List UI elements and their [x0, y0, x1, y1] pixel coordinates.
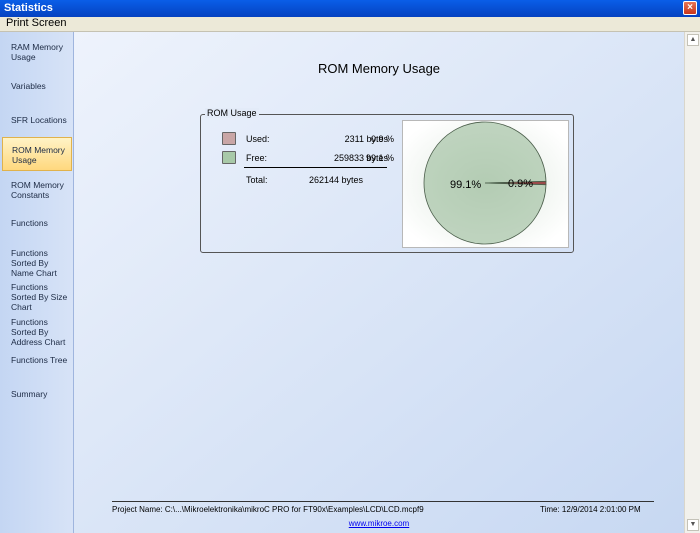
free-swatch: [222, 151, 236, 164]
footer-separator: [112, 501, 654, 502]
group-title: ROM Usage: [205, 108, 259, 118]
sidebar-item-rom-memory-usage[interactable]: ROM Memory Usage: [2, 137, 72, 171]
used-label: Used:: [246, 134, 270, 144]
sidebar-item-summary[interactable]: Summary: [0, 389, 73, 401]
total-bytes: 262144 bytes: [308, 175, 363, 185]
menu-bar: Print Screen: [0, 17, 700, 32]
window-titlebar: Statistics ×: [0, 0, 700, 17]
sidebar-item-variables[interactable]: Variables: [0, 81, 73, 93]
report-pane: ROM Memory Usage ROM Usage Used: 2311 by…: [74, 32, 684, 533]
report-time: Time: 12/9/2014 2:01:00 PM: [540, 505, 641, 514]
sidebar: RAM Memory Usage Variables SFR Locations…: [0, 32, 74, 533]
sidebar-item-functions-tree[interactable]: Functions Tree: [0, 355, 73, 367]
pie-label-used: 0.9%: [508, 178, 533, 190]
sidebar-item-rom-memory-constants[interactable]: ROM Memory Constants: [0, 180, 73, 202]
window-title: Statistics: [4, 2, 53, 14]
sidebar-item-ram-memory-usage[interactable]: RAM Memory Usage: [0, 42, 73, 64]
sidebar-item-sfr-locations[interactable]: SFR Locations: [0, 115, 73, 127]
mikroe-link[interactable]: www.mikroe.com: [74, 519, 684, 528]
used-percent: 0.9 %: [370, 134, 394, 144]
pie-chart-svg: 99.1% 0.9%: [403, 121, 568, 247]
sidebar-item-functions[interactable]: Functions: [0, 218, 73, 230]
vertical-scrollbar[interactable]: ▲ ▼: [684, 32, 700, 533]
total-separator: [244, 167, 387, 168]
sidebar-item-functions-by-address[interactable]: Functions Sorted By Address Chart: [0, 317, 73, 347]
sidebar-item-functions-by-name[interactable]: Functions Sorted By Name Chart: [0, 248, 73, 278]
close-button[interactable]: ×: [683, 1, 697, 15]
used-swatch: [222, 132, 236, 145]
total-label: Total:: [246, 175, 268, 185]
scroll-up-arrow[interactable]: ▲: [687, 34, 699, 46]
sidebar-item-functions-by-size[interactable]: Functions Sorted By Size Chart: [0, 282, 73, 312]
free-percent: 99.1 %: [365, 153, 394, 163]
menu-print-screen[interactable]: Print Screen: [6, 17, 67, 29]
page-title: ROM Memory Usage: [317, 61, 441, 76]
project-name: Project Name: C:\...\Mikroelektronika\mi…: [112, 505, 424, 514]
free-label: Free:: [246, 153, 268, 163]
rom-usage-pie-chart: 99.1% 0.9%: [402, 120, 569, 248]
pie-label-free: 99.1%: [450, 179, 481, 191]
scroll-down-arrow[interactable]: ▼: [687, 519, 699, 531]
rom-usage-group: ROM Usage Used: 2311 bytes 0.9 % Free: 2…: [200, 108, 574, 253]
